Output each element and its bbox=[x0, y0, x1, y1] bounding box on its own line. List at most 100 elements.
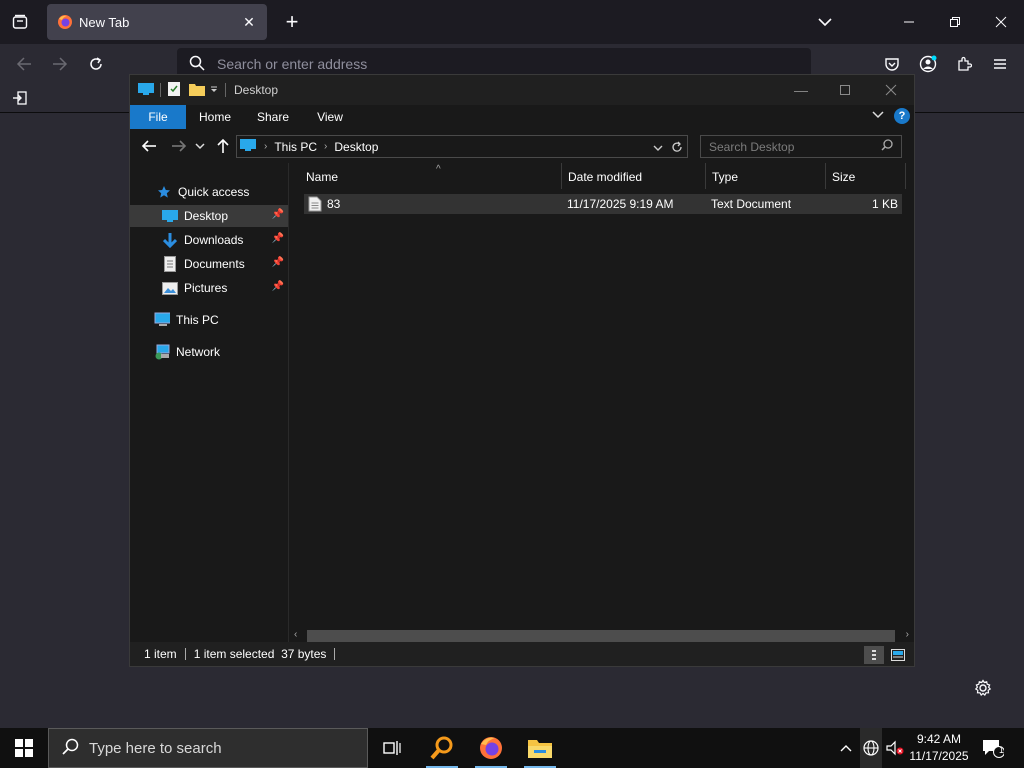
firefox-icon bbox=[57, 14, 73, 30]
minimize-icon[interactable] bbox=[886, 8, 932, 36]
extensions-icon[interactable] bbox=[952, 52, 976, 76]
ribbon-tab-home[interactable]: Home bbox=[190, 105, 240, 129]
notification-center-icon[interactable]: 1 bbox=[978, 728, 1008, 768]
account-icon[interactable] bbox=[916, 52, 940, 76]
chevron-up-icon[interactable] bbox=[836, 728, 856, 768]
chevron-down-icon[interactable] bbox=[814, 12, 836, 32]
horizontal-scrollbar[interactable]: ‹ › bbox=[289, 628, 914, 642]
customize-toolbar-icon[interactable] bbox=[209, 83, 219, 97]
chevron-right-icon[interactable]: › bbox=[324, 141, 327, 152]
chevron-right-icon[interactable]: › bbox=[264, 141, 267, 152]
task-view-icon[interactable] bbox=[372, 728, 412, 768]
gear-icon[interactable] bbox=[972, 677, 994, 699]
nav-desktop[interactable]: Desktop 📌 bbox=[130, 205, 288, 227]
ribbon-tab-file[interactable]: File bbox=[130, 105, 186, 129]
file-name: 83 bbox=[327, 197, 341, 211]
computer-icon bbox=[239, 138, 257, 155]
scroll-left-icon[interactable]: ‹ bbox=[294, 629, 297, 640]
forward-arrow-icon[interactable] bbox=[168, 135, 190, 157]
taskbar-search-box[interactable]: Type here to search bbox=[48, 728, 368, 768]
nav-pictures[interactable]: Pictures 📌 bbox=[130, 277, 288, 299]
search-icon bbox=[189, 55, 205, 74]
download-icon bbox=[162, 232, 178, 248]
large-icons-view-icon[interactable] bbox=[888, 646, 908, 664]
column-type[interactable]: Type bbox=[705, 163, 825, 191]
file-explorer-icon[interactable] bbox=[520, 728, 560, 768]
taskbar-clock[interactable]: 9:42 AM 11/17/2025 bbox=[905, 731, 973, 765]
search-app-icon[interactable] bbox=[422, 728, 462, 768]
explorer-title-bar[interactable]: Desktop — bbox=[130, 75, 914, 105]
details-view-icon[interactable] bbox=[864, 646, 884, 664]
address-row: › This PC › Desktop Search Desktop bbox=[130, 131, 914, 161]
volume-muted-icon[interactable] bbox=[884, 728, 906, 768]
hamburger-menu-icon[interactable] bbox=[988, 52, 1012, 76]
restore-icon[interactable] bbox=[932, 8, 978, 36]
new-folder-icon[interactable] bbox=[189, 82, 205, 99]
text-file-icon bbox=[308, 196, 322, 215]
search-icon bbox=[881, 139, 893, 154]
tab-title: New Tab bbox=[79, 14, 130, 30]
close-icon[interactable] bbox=[868, 75, 914, 105]
pin-icon: 📌 bbox=[271, 209, 284, 220]
nav-label: Desktop bbox=[184, 209, 229, 223]
list-all-tabs-icon[interactable] bbox=[8, 10, 32, 34]
search-input[interactable]: Search Desktop bbox=[700, 135, 902, 158]
taskbar: Type here to search 9:42 AM 11/17/2025 1 bbox=[0, 728, 1024, 768]
nav-label: Network bbox=[176, 345, 221, 359]
scrollbar-thumb[interactable] bbox=[307, 630, 895, 642]
column-size[interactable]: Size bbox=[825, 163, 905, 191]
new-tab-button[interactable]: + bbox=[278, 8, 306, 36]
help-icon[interactable]: ? bbox=[894, 108, 910, 124]
file-list: ^ Name Date modified Type Size 83 11/17/… bbox=[289, 163, 914, 628]
pin-icon: 📌 bbox=[271, 281, 284, 292]
column-date-modified[interactable]: Date modified bbox=[561, 163, 705, 191]
back-arrow-icon[interactable] bbox=[12, 52, 36, 76]
notification-badge: 1 bbox=[999, 745, 1005, 755]
close-window-icon[interactable] bbox=[978, 8, 1024, 36]
status-bar: 1 item 1 item selected 37 bytes bbox=[130, 642, 914, 666]
nav-downloads[interactable]: Downloads 📌 bbox=[130, 229, 288, 251]
status-item-count: 1 item bbox=[144, 647, 177, 661]
maximize-icon[interactable] bbox=[822, 75, 868, 105]
column-name[interactable]: ^ Name bbox=[299, 163, 561, 191]
minimize-icon[interactable]: — bbox=[778, 75, 824, 105]
nav-network[interactable]: Network bbox=[130, 341, 288, 363]
forward-arrow-icon[interactable] bbox=[48, 52, 72, 76]
ribbon-tab-view[interactable]: View bbox=[306, 105, 354, 129]
properties-icon[interactable] bbox=[167, 81, 181, 100]
document-icon bbox=[162, 256, 178, 272]
navigation-pane: Quick access Desktop 📌 Downloads 📌 Docum… bbox=[130, 163, 288, 642]
breadcrumb-this-pc[interactable]: This PC bbox=[274, 140, 317, 154]
scroll-right-icon[interactable]: › bbox=[906, 629, 909, 640]
file-size: 1 KB bbox=[871, 197, 898, 211]
browser-tab-bar: New Tab ✕ + bbox=[0, 0, 1024, 44]
ribbon: File Home Share View ? bbox=[130, 105, 914, 129]
nav-this-pc[interactable]: This PC bbox=[130, 309, 288, 331]
network-icon bbox=[154, 344, 170, 360]
pocket-icon[interactable] bbox=[880, 52, 904, 76]
tab-close-icon[interactable]: ✕ bbox=[241, 14, 257, 31]
back-arrow-icon[interactable] bbox=[138, 135, 160, 157]
recent-locations-icon[interactable] bbox=[192, 135, 208, 157]
taskbar-search-placeholder: Type here to search bbox=[89, 739, 222, 757]
firefox-icon[interactable] bbox=[471, 728, 511, 768]
address-bar[interactable]: › This PC › Desktop bbox=[236, 135, 688, 158]
refresh-icon[interactable] bbox=[671, 141, 683, 156]
expand-ribbon-icon[interactable] bbox=[872, 109, 884, 123]
desktop-icon bbox=[162, 208, 178, 224]
table-row[interactable]: 83 11/17/2025 9:19 AM Text Document 1 KB bbox=[304, 194, 902, 214]
up-arrow-icon[interactable] bbox=[212, 135, 234, 157]
column-divider[interactable] bbox=[905, 163, 906, 189]
computer-icon bbox=[138, 82, 154, 99]
reload-icon[interactable] bbox=[84, 52, 108, 76]
network-globe-icon[interactable] bbox=[860, 728, 882, 768]
browser-tab[interactable]: New Tab ✕ bbox=[47, 4, 267, 40]
address-dropdown-icon[interactable] bbox=[653, 143, 663, 155]
clock-date: 11/17/2025 bbox=[909, 749, 969, 763]
nav-quick-access[interactable]: Quick access bbox=[130, 181, 288, 203]
sign-in-icon[interactable] bbox=[10, 88, 30, 108]
nav-documents[interactable]: Documents 📌 bbox=[130, 253, 288, 275]
ribbon-tab-share[interactable]: Share bbox=[248, 105, 298, 129]
windows-start-icon[interactable] bbox=[0, 728, 48, 768]
breadcrumb-desktop[interactable]: Desktop bbox=[334, 140, 378, 154]
